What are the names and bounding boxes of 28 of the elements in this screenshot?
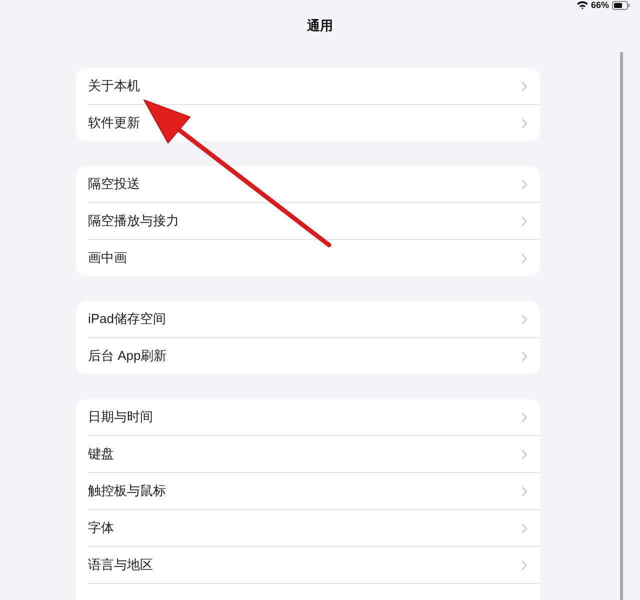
chevron-right-icon xyxy=(522,180,527,188)
settings-item[interactable]: 隔空播放与接力 xyxy=(76,203,540,239)
settings-item[interactable]: iPad储存空间 xyxy=(76,301,540,337)
chevron-right-icon xyxy=(522,450,527,458)
chevron-right-icon xyxy=(522,82,527,90)
battery-icon xyxy=(612,0,630,10)
page-title: 通用 xyxy=(307,17,333,35)
chevron-right-icon xyxy=(522,524,527,532)
settings-item[interactable]: 字体 xyxy=(76,510,540,546)
chevron-right-icon xyxy=(522,560,527,570)
chevron-right-icon xyxy=(522,254,527,262)
wifi-icon xyxy=(576,1,588,9)
settings-item[interactable]: 语言与地区 xyxy=(76,547,540,583)
chevron-right-icon xyxy=(522,486,527,496)
battery-percentage: 66% xyxy=(590,0,609,10)
chevron-right-icon xyxy=(522,352,527,360)
settings-item[interactable]: 后台 App刷新 xyxy=(76,338,540,374)
chevron-right-icon xyxy=(522,118,527,128)
settings-item[interactable]: 关于本机 xyxy=(76,68,540,104)
settings-item[interactable]: 画中画 xyxy=(76,240,540,276)
chevron-right-icon xyxy=(522,412,527,422)
settings-item[interactable]: 触控板与鼠标 xyxy=(76,473,540,509)
chevron-right-icon xyxy=(522,216,527,226)
settings-item[interactable]: 软件更新 xyxy=(76,105,540,141)
settings-item[interactable]: 键盘 xyxy=(76,436,540,472)
settings-item[interactable]: 日期与时间 xyxy=(76,399,540,435)
settings-item[interactable]: 隔空投送 xyxy=(76,166,540,202)
chevron-right-icon xyxy=(522,314,527,324)
